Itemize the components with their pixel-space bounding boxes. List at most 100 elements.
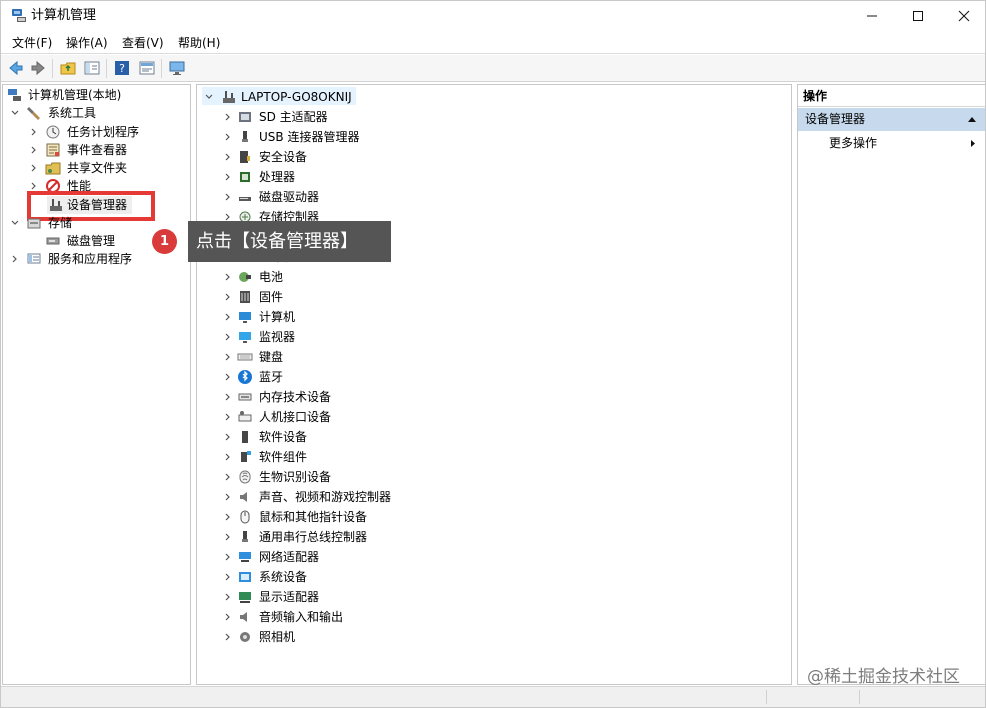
toolbar: ? bbox=[1, 55, 985, 82]
device-category-monitor[interactable]: 监视器 bbox=[223, 328, 473, 346]
device-category-software-component[interactable]: 软件组件 bbox=[223, 448, 473, 466]
chevron-right-icon bbox=[225, 433, 230, 441]
maximize-icon bbox=[913, 11, 923, 21]
chevron-down-icon bbox=[11, 110, 19, 115]
software-device-icon bbox=[242, 431, 248, 443]
device-category-usb-connector-manager[interactable]: USB 连接器管理器 bbox=[223, 128, 473, 146]
software-component-icon bbox=[241, 451, 251, 462]
annotation-callout: 点击【设备管理器】 bbox=[188, 221, 391, 262]
device-category-usb-controller[interactable]: 通用串行总线控制器 bbox=[223, 528, 473, 546]
camera-icon bbox=[240, 632, 250, 642]
tree-root-computer-management[interactable]: 计算机管理(本地) bbox=[7, 86, 187, 104]
device-category-software-device[interactable]: 软件设备 bbox=[223, 428, 473, 446]
keyboard-icon bbox=[237, 353, 253, 361]
chevron-right-icon bbox=[225, 413, 230, 421]
battery-icon bbox=[239, 272, 251, 282]
actions-header-label: 操作 bbox=[803, 89, 828, 103]
toolbar-separator bbox=[52, 59, 53, 78]
device-category-audio-input-output[interactable]: 音频输入和输出 bbox=[223, 608, 473, 626]
up-folder-icon[interactable] bbox=[59, 59, 77, 77]
bluetooth-icon bbox=[238, 370, 252, 384]
computer-management-icon bbox=[8, 89, 21, 101]
navigation-pane: 计算机管理(本地) 系统工具 任务计划程序 事件查看器 共享文件夹 性能 设备管… bbox=[2, 84, 191, 685]
device-category-mouse[interactable]: 鼠标和其他指针设备 bbox=[223, 508, 473, 526]
close-button[interactable] bbox=[941, 1, 986, 31]
device-category-bluetooth[interactable]: 蓝牙 bbox=[223, 368, 473, 386]
sd-adapter-icon bbox=[239, 112, 251, 122]
computer-icon bbox=[239, 312, 251, 323]
device-category-disk-drive[interactable]: 磁盘驱动器 bbox=[223, 188, 473, 206]
chevron-right-icon bbox=[225, 533, 230, 541]
device-tree-pane: LAPTOP-GO8OKNIJ SD 主适配器 USB 连接器管理器 安全设备 … bbox=[196, 84, 792, 685]
device-category-system-device[interactable]: 系统设备 bbox=[223, 568, 473, 586]
back-icon[interactable] bbox=[7, 59, 25, 77]
shared-folder-icon bbox=[45, 162, 61, 175]
chevron-right-icon bbox=[971, 140, 975, 147]
step-number-badge: 1 bbox=[152, 229, 177, 254]
device-category-security-device[interactable]: 安全设备 bbox=[223, 148, 473, 166]
device-category-memory-technology[interactable]: 内存技术设备 bbox=[223, 388, 473, 406]
device-category-battery[interactable]: 电池 bbox=[223, 268, 473, 286]
computer-management-app-icon bbox=[12, 9, 26, 22]
chevron-right-icon bbox=[225, 393, 230, 401]
mouse-icon bbox=[240, 510, 250, 524]
usb-controller-icon bbox=[242, 531, 248, 542]
device-manager-action-label: 设备管理器 bbox=[805, 112, 866, 126]
device-category-camera[interactable]: 照相机 bbox=[223, 628, 473, 646]
help-icon[interactable]: ? bbox=[113, 59, 131, 77]
device-category-network-adapter[interactable]: 网络适配器 bbox=[223, 548, 473, 566]
device-manager-action-section[interactable]: 设备管理器 bbox=[798, 108, 985, 131]
menu-action[interactable]: 操作(A) bbox=[66, 35, 108, 51]
disk-management-icon bbox=[46, 237, 60, 245]
device-category-computer[interactable]: 计算机 bbox=[223, 308, 473, 326]
processor-icon bbox=[240, 172, 250, 182]
chevron-right-icon bbox=[225, 473, 230, 481]
firmware-icon bbox=[240, 291, 250, 303]
tree-system-tools[interactable]: 系统工具 bbox=[10, 104, 190, 122]
tree-task-scheduler[interactable]: 任务计划程序 bbox=[29, 123, 189, 141]
chevron-right-icon bbox=[225, 553, 230, 561]
chevron-right-icon bbox=[225, 273, 230, 281]
system-device-icon bbox=[239, 572, 251, 582]
chevron-right-icon bbox=[225, 593, 230, 601]
clock-icon bbox=[46, 125, 60, 139]
device-category-audio-video-game[interactable]: 声音、视频和游戏控制器 bbox=[223, 488, 473, 506]
hid-icon bbox=[238, 411, 252, 422]
chevron-right-icon bbox=[225, 333, 230, 341]
window-title: 计算机管理 bbox=[31, 8, 97, 23]
chevron-right-icon bbox=[225, 613, 230, 621]
disk-drive-icon bbox=[239, 197, 251, 201]
biometric-icon bbox=[239, 470, 251, 484]
device-category-keyboard[interactable]: 键盘 bbox=[223, 348, 473, 366]
menu-help[interactable]: 帮助(H) bbox=[178, 35, 220, 51]
menu-file[interactable]: 文件(F) bbox=[12, 35, 52, 51]
tree-event-viewer[interactable]: 事件查看器 bbox=[29, 141, 189, 159]
chevron-right-icon bbox=[31, 182, 36, 190]
device-category-display-adapter[interactable]: 显示适配器 bbox=[223, 588, 473, 606]
audio-io-icon bbox=[240, 612, 247, 622]
tree-shared-folders[interactable]: 共享文件夹 bbox=[29, 159, 189, 177]
device-category-biometric[interactable]: 生物识别设备 bbox=[223, 468, 473, 486]
forward-icon[interactable] bbox=[29, 59, 47, 77]
chevron-right-icon bbox=[31, 146, 36, 154]
computer-management-window: 计算机管理 文件(F) 操作(A) 查看(V) 帮助(H) ? 计算机管理(本地… bbox=[0, 0, 986, 708]
chevron-right-icon bbox=[225, 513, 230, 521]
device-category-firmware[interactable]: 固件 bbox=[223, 288, 473, 306]
security-device-icon bbox=[240, 151, 250, 163]
device-category-sd-adapter[interactable]: SD 主适配器 bbox=[223, 108, 473, 126]
more-actions-item[interactable]: 更多操作 bbox=[829, 136, 877, 151]
services-icon bbox=[27, 253, 41, 264]
monitor-icon[interactable] bbox=[168, 59, 186, 77]
show-hide-tree-icon[interactable] bbox=[83, 59, 101, 77]
properties-icon[interactable] bbox=[138, 59, 156, 77]
device-tree-root[interactable]: LAPTOP-GO8OKNIJ bbox=[204, 88, 374, 106]
device-category-human-interface[interactable]: 人机接口设备 bbox=[223, 408, 473, 426]
chevron-right-icon bbox=[225, 313, 230, 321]
maximize-button[interactable] bbox=[895, 1, 941, 31]
minimize-button[interactable] bbox=[849, 1, 895, 31]
chevron-right-icon bbox=[225, 353, 230, 361]
chevron-right-icon bbox=[225, 453, 230, 461]
device-category-processor[interactable]: 处理器 bbox=[223, 168, 473, 186]
chevron-right-icon bbox=[225, 173, 230, 181]
menu-view[interactable]: 查看(V) bbox=[122, 35, 164, 51]
